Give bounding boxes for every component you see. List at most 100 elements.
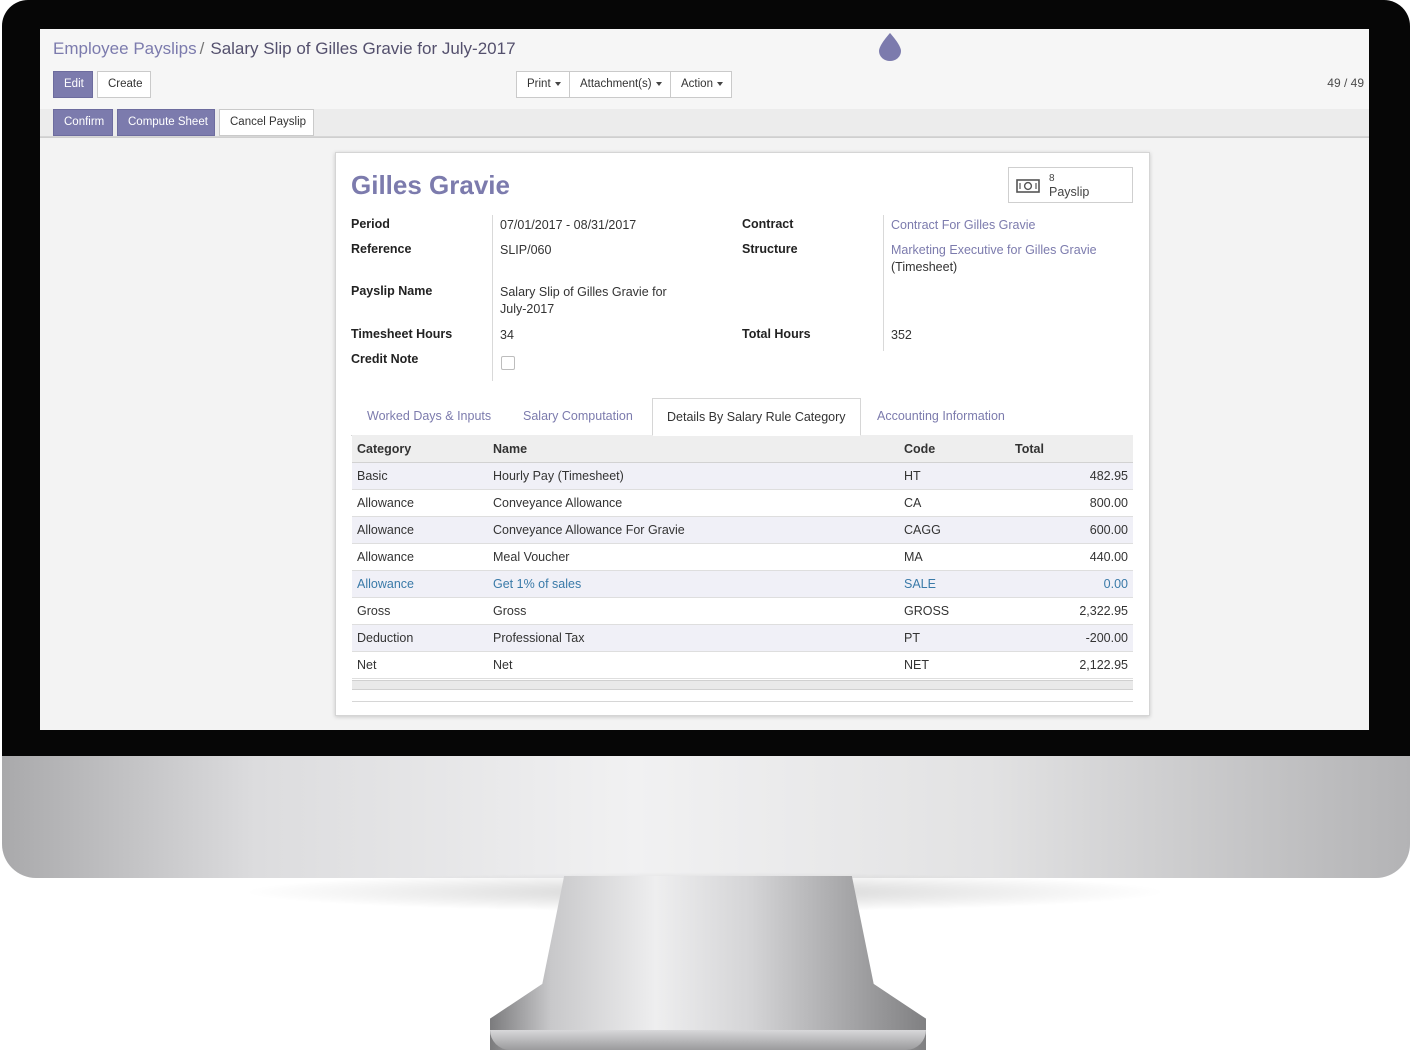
- table-row[interactable]: Deduction Professional Tax PT -200.00: [352, 624, 1133, 652]
- breadcrumb-separator: /: [199, 39, 205, 58]
- row-total: 2,122.95: [1010, 651, 1133, 679]
- reference-value: SLIP/060: [500, 243, 552, 257]
- total-hours-value: 352: [891, 328, 912, 342]
- compute-sheet-button[interactable]: Compute Sheet: [117, 109, 215, 136]
- confirm-button[interactable]: Confirm: [53, 109, 113, 136]
- column-header-name[interactable]: Name: [488, 435, 899, 463]
- create-button[interactable]: Create: [97, 71, 151, 98]
- attachments-dropdown[interactable]: Attachment(s): [569, 71, 671, 98]
- statusbar: Confirm Compute Sheet Cancel Payslip: [40, 109, 1369, 137]
- tab-worked-days-inputs[interactable]: Worked Days & Inputs: [367, 398, 491, 436]
- row-code: CA: [899, 489, 1010, 517]
- total-hours-label: Total Hours: [742, 327, 811, 341]
- row-code: GROSS: [899, 597, 1010, 625]
- caret-down-icon: [655, 81, 662, 86]
- breadcrumb-current: Salary Slip of Gilles Gravie for July-20…: [210, 39, 516, 58]
- row-code: SALE: [899, 570, 1010, 598]
- row-category: Allowance: [352, 489, 488, 517]
- row-name: Net: [488, 651, 899, 679]
- period-label: Period: [351, 217, 390, 231]
- droplet-icon: [879, 33, 901, 61]
- structure-label: Structure: [742, 242, 798, 256]
- contract-label: Contract: [742, 217, 794, 231]
- row-category: Allowance: [352, 570, 488, 598]
- table-row[interactable]: Gross Gross GROSS 2,322.95: [352, 597, 1133, 625]
- tab-accounting-information[interactable]: Accounting Information: [877, 398, 1005, 436]
- row-category: Deduction: [352, 624, 488, 652]
- payslip-name-label: Payslip Name: [351, 284, 433, 298]
- table-row[interactable]: Net Net NET 2,122.95: [352, 651, 1133, 679]
- print-dropdown[interactable]: Print: [516, 71, 570, 98]
- caret-down-icon: [716, 81, 723, 86]
- breadcrumb: Employee Payslips / Salary Slip of Gilles …: [53, 39, 516, 59]
- row-name: Meal Voucher: [488, 543, 899, 571]
- action-dropdown[interactable]: Action: [670, 71, 732, 98]
- payslip-label: Payslip: [1049, 185, 1090, 199]
- row-category: Gross: [352, 597, 488, 625]
- row-total: 600.00: [1010, 516, 1133, 544]
- row-category: Basic: [352, 462, 488, 490]
- row-category: Allowance: [352, 543, 488, 571]
- tab-salary-computation[interactable]: Salary Computation: [523, 398, 633, 436]
- employee-name[interactable]: Gilles Gravie: [351, 170, 510, 201]
- structure-link[interactable]: Marketing Executive for Gilles Gravie: [891, 242, 1097, 259]
- structure-subtitle: (Timesheet): [891, 260, 958, 274]
- cancel-payslip-button[interactable]: Cancel Payslip: [219, 109, 314, 136]
- monitor-chin: [2, 756, 1410, 878]
- left-group-divider: [492, 215, 493, 381]
- row-total: 0.00: [1010, 570, 1133, 598]
- column-header-category[interactable]: Category: [352, 435, 488, 463]
- timesheet-hours-label: Timesheet Hours: [351, 327, 453, 341]
- row-category: Allowance: [352, 516, 488, 544]
- row-code: PT: [899, 624, 1010, 652]
- row-name: Conveyance Allowance: [488, 489, 899, 517]
- row-code: MA: [899, 543, 1010, 571]
- contract-link[interactable]: Contract For Gilles Gravie: [891, 217, 1035, 234]
- column-header-total[interactable]: Total: [1010, 435, 1133, 463]
- pager-value[interactable]: 49 / 49: [1327, 76, 1364, 90]
- payslip-count: 8: [1049, 173, 1055, 184]
- row-name: Get 1% of sales: [488, 570, 899, 598]
- notebook-bottom-line: [352, 701, 1133, 702]
- row-name: Hourly Pay (Timesheet): [488, 462, 899, 490]
- row-code: CAGG: [899, 516, 1010, 544]
- row-total: 440.00: [1010, 543, 1133, 571]
- edit-button[interactable]: Edit: [53, 71, 93, 98]
- form-sheet: Gilles Gravie 8 Payslip Period 07/01/201…: [335, 152, 1150, 716]
- tab-details-by-salary-rule-category[interactable]: Details By Salary Rule Category: [652, 398, 861, 436]
- payslip-smart-button[interactable]: 8 Payslip: [1008, 167, 1133, 203]
- row-name: Gross: [488, 597, 899, 625]
- attachments-label: Attachment(s): [580, 78, 652, 90]
- monitor-stand-base: [490, 1030, 926, 1050]
- table-row[interactable]: Allowance Meal Voucher MA 440.00: [352, 543, 1133, 571]
- row-name: Conveyance Allowance For Gravie: [488, 516, 899, 544]
- row-category: Net: [352, 651, 488, 679]
- control-panel: Employee Payslips / Salary Slip of Gilles …: [40, 29, 1369, 138]
- caret-down-icon: [554, 81, 561, 86]
- right-group-divider: [883, 215, 884, 351]
- row-total: -200.00: [1010, 624, 1133, 652]
- table-row[interactable]: Allowance Conveyance Allowance CA 800.00: [352, 489, 1133, 517]
- table-header-row: Category Name Code Total: [352, 435, 1133, 463]
- credit-note-checkbox[interactable]: [501, 356, 515, 370]
- breadcrumb-parent-link[interactable]: Employee Payslips: [53, 39, 197, 58]
- row-total: 800.00: [1010, 489, 1133, 517]
- row-code: HT: [899, 462, 1010, 490]
- action-label: Action: [681, 78, 713, 90]
- screen: Employee Payslips / Salary Slip of Gilles …: [40, 29, 1369, 730]
- print-label: Print: [527, 78, 551, 90]
- money-icon: [1016, 179, 1040, 193]
- period-value: 07/01/2017 - 08/31/2017: [500, 218, 637, 232]
- credit-note-label: Credit Note: [351, 352, 419, 366]
- row-total: 2,322.95: [1010, 597, 1133, 625]
- row-name: Professional Tax: [488, 624, 899, 652]
- table-row[interactable]: Allowance Get 1% of sales SALE 0.00: [352, 570, 1133, 598]
- column-header-code[interactable]: Code: [899, 435, 1010, 463]
- table-row[interactable]: Basic Hourly Pay (Timesheet) HT 482.95: [352, 462, 1133, 490]
- timesheet-hours-value: 34: [500, 328, 514, 342]
- row-total: 482.95: [1010, 462, 1133, 490]
- table-row[interactable]: Allowance Conveyance Allowance For Gravi…: [352, 516, 1133, 544]
- reference-label: Reference: [351, 242, 412, 256]
- table-footer: [352, 680, 1133, 690]
- salary-rule-category-table: Category Name Code Total Basic Hourly Pa…: [352, 435, 1133, 679]
